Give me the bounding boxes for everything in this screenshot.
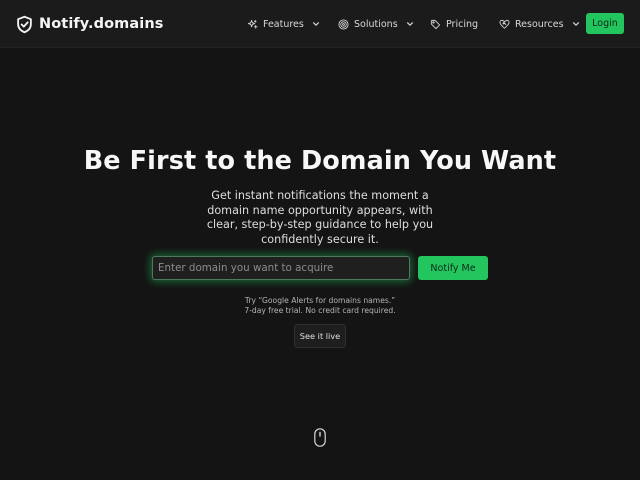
brand-name: Notify.domains bbox=[39, 16, 164, 32]
sparkles-icon bbox=[247, 19, 258, 29]
domain-input[interactable] bbox=[152, 256, 410, 280]
login-button[interactable]: Login bbox=[586, 13, 624, 34]
hero-title: Be First to the Domain You Want bbox=[83, 146, 557, 176]
hero-subtitle: Get instant notifications the moment a d… bbox=[206, 189, 434, 246]
hint-text-trial: 7-day free trial. No credit card require… bbox=[244, 306, 396, 315]
chevron-down-icon bbox=[572, 22, 579, 26]
tag-icon bbox=[430, 19, 441, 29]
chevron-down-icon bbox=[406, 22, 413, 26]
nav-solutions[interactable]: Solutions bbox=[338, 14, 414, 34]
see-it-live-button[interactable]: See it live bbox=[294, 324, 346, 348]
shield-check-icon bbox=[17, 15, 32, 33]
target-icon bbox=[338, 18, 349, 30]
nav-features-label: Features bbox=[263, 18, 304, 30]
mouse-scroll-icon bbox=[314, 428, 326, 447]
chevron-down-icon bbox=[312, 22, 319, 26]
hint-text-try: Try “Google Alerts for domains names.” bbox=[244, 296, 396, 305]
nav-resources[interactable]: Resources bbox=[499, 14, 580, 34]
nav-features[interactable]: Features bbox=[247, 14, 320, 34]
nav-pricing[interactable]: Pricing bbox=[430, 14, 478, 34]
nav-pricing-label: Pricing bbox=[446, 18, 479, 30]
nav-solutions-label: Solutions bbox=[354, 18, 398, 30]
notify-me-button[interactable]: Notify Me bbox=[418, 256, 488, 280]
heart-handshake-icon bbox=[499, 19, 510, 29]
nav-resources-label: Resources bbox=[515, 18, 564, 30]
top-navbar: Notify.domains Features Solutions Pricin… bbox=[0, 0, 640, 48]
brand-logo-link[interactable]: Notify.domains bbox=[16, 12, 164, 36]
